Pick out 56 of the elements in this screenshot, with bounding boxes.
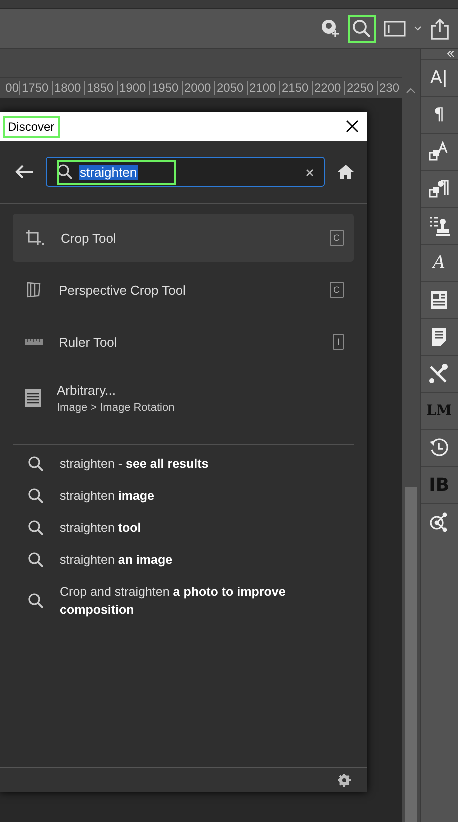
search-icon <box>57 164 73 180</box>
wrench-screwdriver-icon <box>428 363 450 385</box>
result-item[interactable]: Crop Tool C <box>13 214 354 262</box>
ruler-label: 2050 <box>214 81 246 95</box>
result-label: Arbitrary... <box>57 382 117 398</box>
history-icon <box>428 437 450 459</box>
add-user-icon[interactable] <box>320 18 340 38</box>
paragraph-styles-icon <box>428 178 450 200</box>
back-button[interactable] <box>14 164 34 180</box>
search-suggestion[interactable]: Crop and straighten a photo to improve composition <box>28 583 367 619</box>
result-label: Ruler Tool <box>59 334 118 350</box>
ruler-label: 2000 <box>182 81 214 95</box>
search-icon <box>28 552 44 568</box>
ruler-label: 2200 <box>312 81 344 95</box>
crop-icon <box>25 229 45 247</box>
shortcut-key: C <box>330 230 344 246</box>
ruler-label: 1900 <box>116 81 149 95</box>
menu-path: Image > Image Rotation <box>57 402 176 414</box>
shortcut-key: I <box>333 334 344 350</box>
result-label: Crop Tool <box>61 230 118 246</box>
result-item[interactable]: Ruler Tool I <box>13 318 354 366</box>
shortcut-key: C <box>330 282 344 298</box>
menu-item-icon <box>25 389 41 407</box>
search-suggestion[interactable]: straighten an image <box>28 551 367 569</box>
search-suggestion[interactable]: straighten - see all results <box>28 455 367 473</box>
ruler-label: 2100 <box>246 81 279 95</box>
home-button[interactable] <box>337 164 355 180</box>
perspective-crop-icon <box>25 281 43 299</box>
ruler-label: 1950 <box>149 81 182 95</box>
ruler-icon <box>25 338 43 346</box>
ruler-label: 1800 <box>52 81 84 95</box>
result-item[interactable]: Perspective Crop Tool C <box>13 266 354 314</box>
chevron-down-icon[interactable] <box>414 26 422 32</box>
workspace-icon[interactable] <box>384 20 406 36</box>
search-icon <box>28 488 44 504</box>
settings-button[interactable] <box>338 774 351 786</box>
search-field[interactable]: straighten <box>46 157 325 187</box>
search-suggestion[interactable]: straighten image <box>28 487 367 505</box>
search-icon <box>28 520 44 536</box>
scrollbar-thumb[interactable] <box>404 487 417 822</box>
stamp-icon <box>428 215 450 237</box>
result-item[interactable]: Arbitrary... Image > Image Rotation <box>13 370 354 426</box>
search-query: straighten <box>79 164 138 180</box>
search-icon <box>28 593 44 609</box>
ruler-label: 2150 <box>279 81 312 95</box>
search-button[interactable] <box>348 14 376 42</box>
result-label: Perspective Crop Tool <box>59 282 187 298</box>
search-suggestion[interactable]: straighten tool <box>28 519 367 537</box>
share-icon[interactable] <box>430 18 450 40</box>
ruler-label: 00 <box>4 81 19 95</box>
search-icon <box>28 456 44 472</box>
ruler-label: 1850 <box>84 81 116 95</box>
dialog-title: Discover <box>3 116 60 138</box>
ruler-label: 1750 <box>19 81 52 95</box>
ruler-label: 2250 <box>344 81 376 95</box>
character-styles-icon <box>428 141 450 163</box>
